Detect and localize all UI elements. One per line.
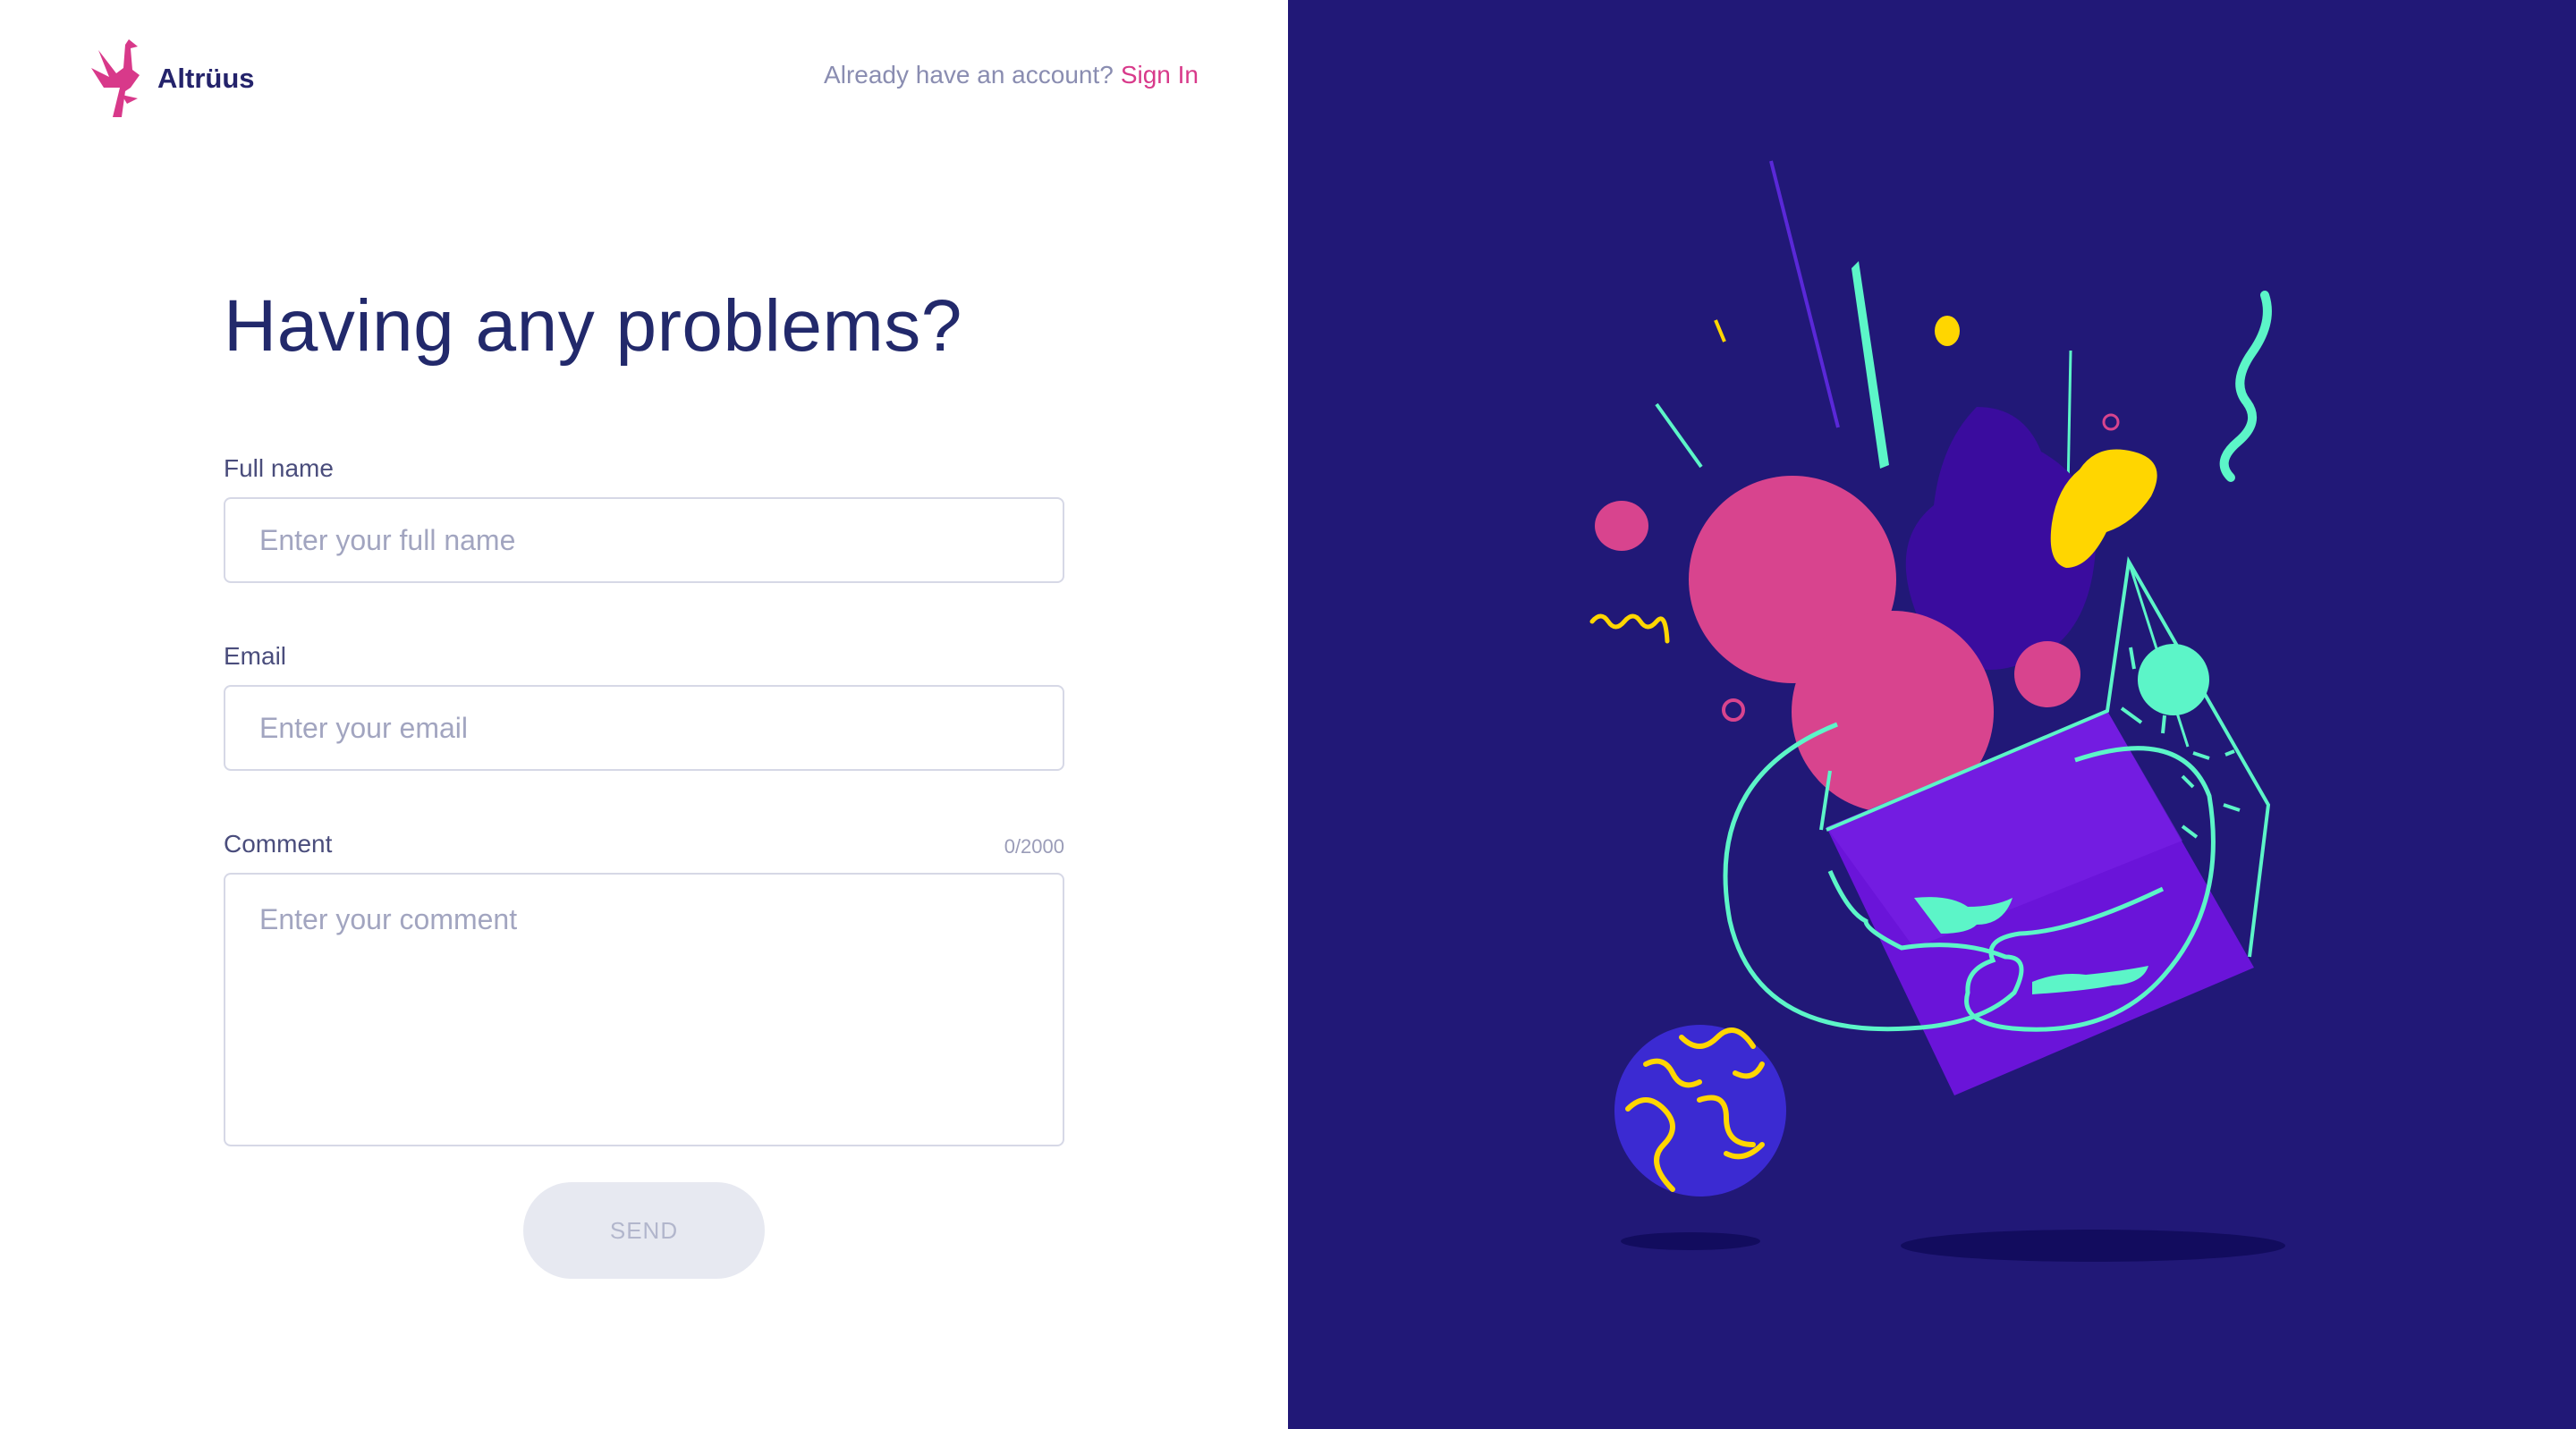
comment-label: Comment [224, 830, 333, 858]
comment-char-counter: 0/2000 [1004, 835, 1064, 858]
mint-squiggle-shape [2219, 291, 2272, 482]
pink-ring-small-shape [2102, 413, 2120, 431]
full-name-input[interactable] [224, 497, 1064, 583]
signin-prompt-text: Already have an account? [824, 61, 1114, 89]
send-button[interactable]: SEND [523, 1182, 765, 1279]
illustration-panel [1288, 0, 2576, 1429]
yellow-dot-shape [1935, 316, 1960, 346]
sparkle-line-mint-2 [2066, 350, 2072, 491]
page-title: Having any problems? [224, 285, 962, 367]
email-input[interactable] [224, 685, 1064, 771]
hug-gift-illustration [1589, 160, 2285, 1262]
pink-ring-shape [1722, 698, 1745, 722]
figure-shadow-shape [1901, 1230, 2285, 1262]
sparkle-line-yellow [1714, 319, 1726, 342]
email-label: Email [224, 642, 287, 670]
full-name-label: Full name [224, 454, 334, 482]
form-panel: Altrüus Already have an account? Sign In… [0, 0, 1288, 1429]
brand-logo[interactable]: Altrüus [86, 32, 256, 122]
yellow-blob-shape [2050, 449, 2157, 568]
yellow-squiggle-shape [1589, 613, 1670, 644]
pink-circle-small-shape [2014, 641, 2080, 707]
sparkle-line-mint [1655, 402, 1703, 469]
ball-shadow-shape [1621, 1232, 1760, 1250]
bird-logo-icon [91, 39, 140, 117]
signin-link[interactable]: Sign In [1121, 61, 1199, 89]
pink-blob-small-shape [1595, 501, 1648, 551]
brand-name: Altrüus [157, 63, 255, 94]
patterned-ball-shape [1614, 1025, 1786, 1196]
comment-textarea[interactable] [224, 873, 1064, 1146]
sparkle-shard-mint [1852, 261, 1889, 469]
sparkle-line-violet [1769, 160, 1840, 428]
signin-prompt: Already have an account? Sign In [824, 57, 1199, 93]
